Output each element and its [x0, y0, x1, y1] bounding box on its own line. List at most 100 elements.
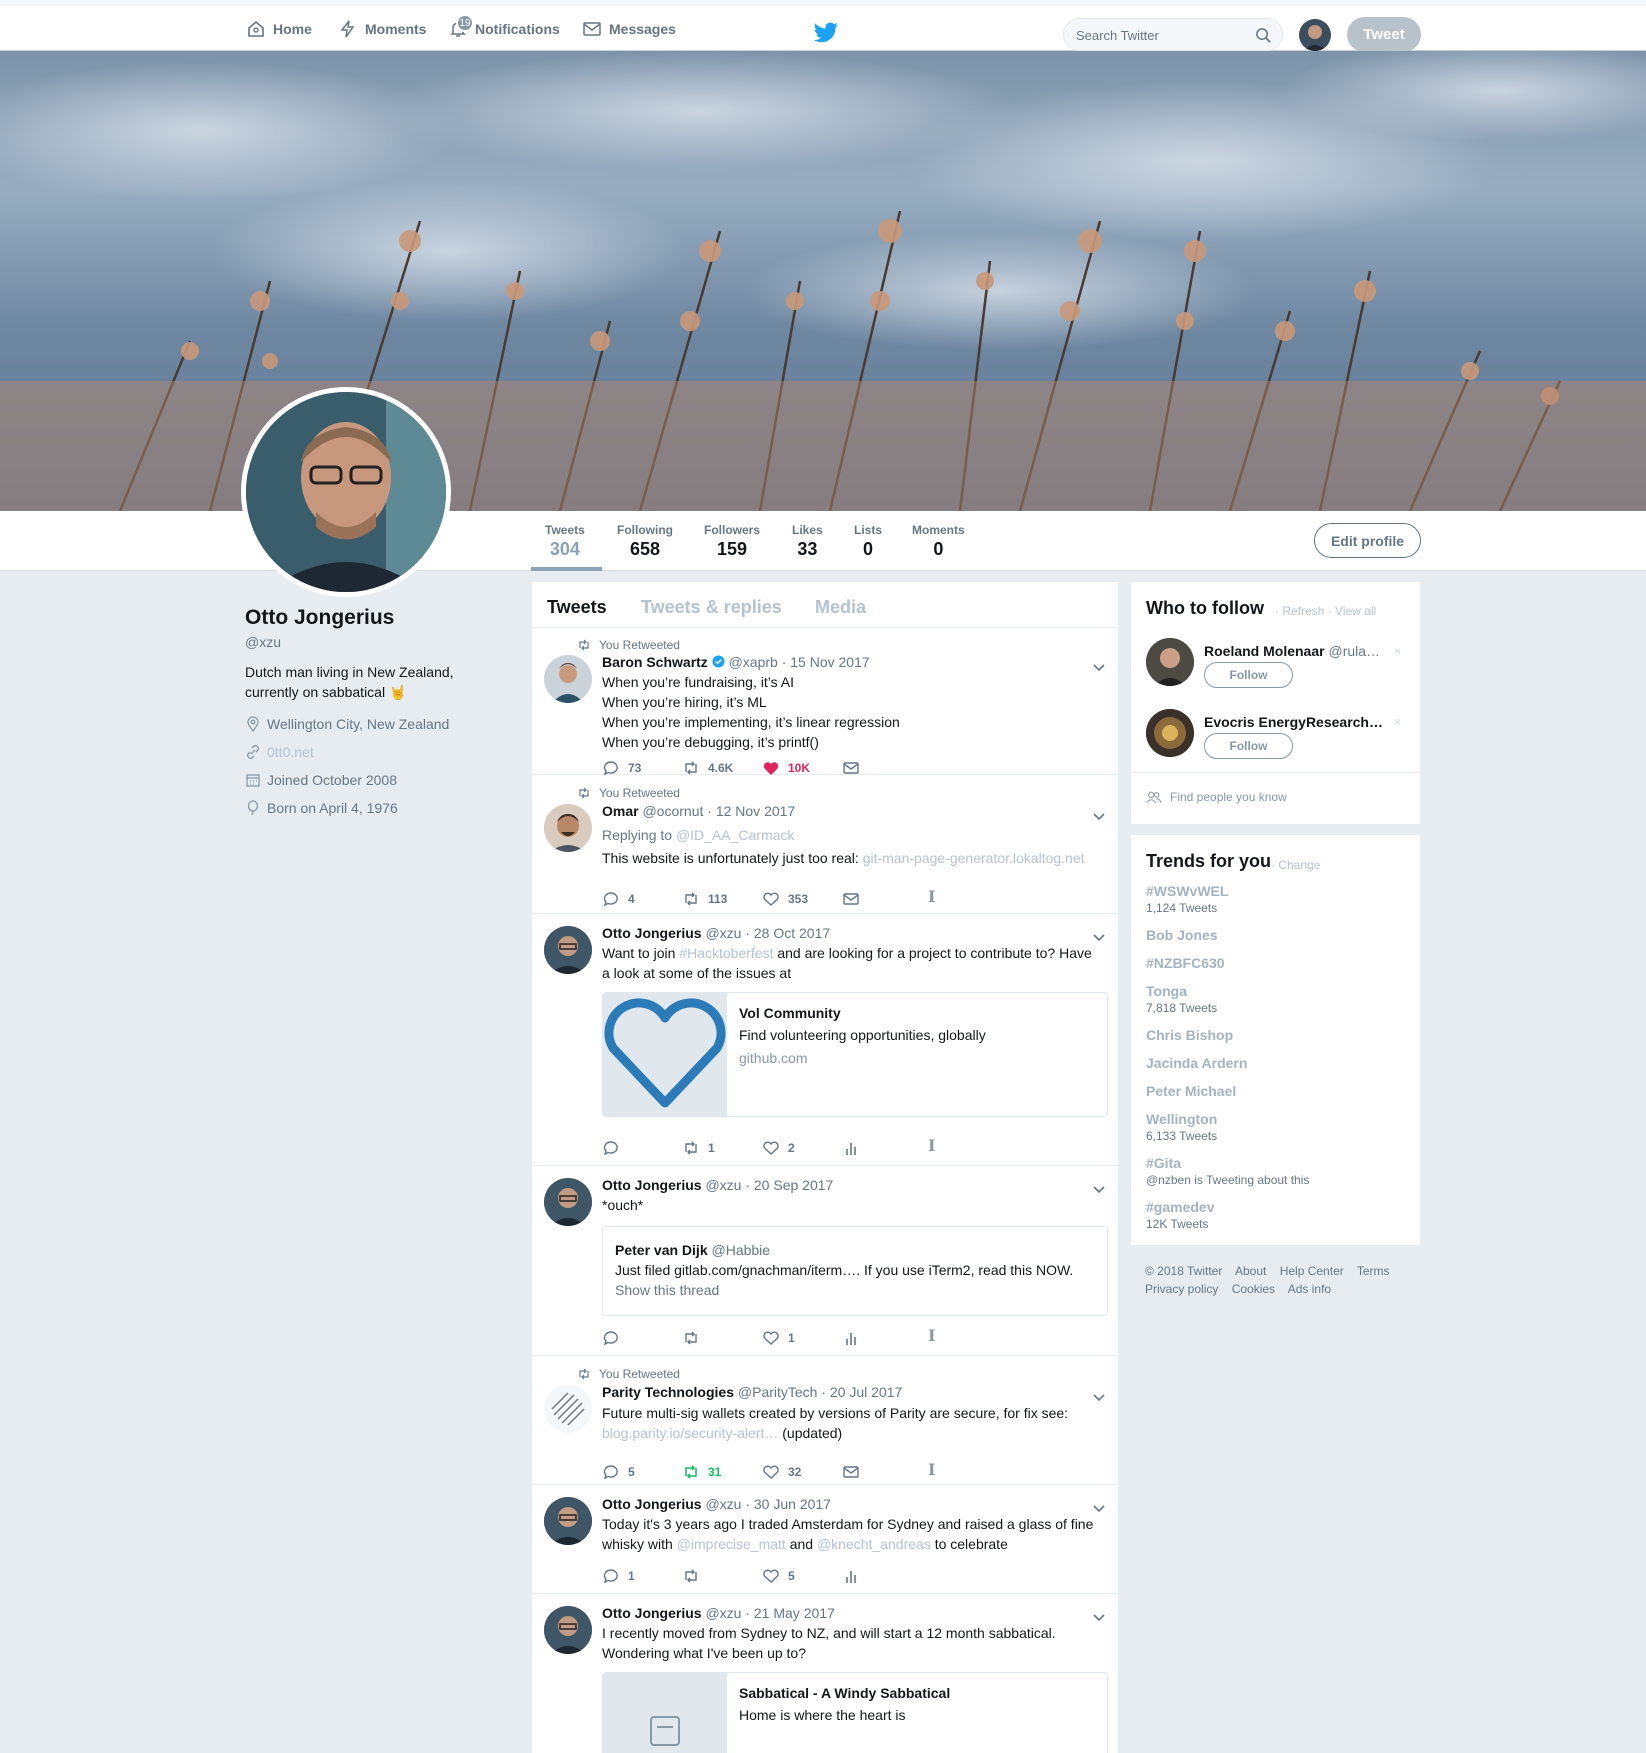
tweet-handle-date[interactable]: @xzu · 28 Oct 2017 — [705, 925, 830, 941]
chevron-down-icon[interactable] — [1092, 1613, 1106, 1623]
trend-item[interactable]: Tonga 7,818 Tweets — [1146, 983, 1217, 1015]
stat-following[interactable]: Following 658 — [617, 523, 673, 560]
tweet-mention[interactable]: @imprecise_matt — [677, 1536, 786, 1552]
retweet-button[interactable] — [682, 1330, 700, 1346]
tweet-item[interactable]: Otto Jongerius @xzu · 28 Oct 2017 Want t… — [532, 915, 1118, 1166]
tweet-author-name[interactable]: Parity Technologies — [602, 1384, 734, 1400]
stat-moments[interactable]: Moments 0 — [912, 523, 965, 560]
tweet-item[interactable]: You Retweeted Omar @ocornut · 12 Nov 201… — [532, 776, 1118, 914]
follow-button[interactable]: Follow — [1204, 733, 1293, 759]
reply-button[interactable] — [602, 1330, 620, 1346]
suggested-user-name[interactable]: Evocris EnergyResearch… — [1204, 714, 1384, 730]
profile-handle[interactable]: @xzu — [245, 634, 505, 650]
dm-button[interactable] — [842, 760, 860, 776]
suggested-user-avatar[interactable] — [1146, 709, 1194, 757]
like-button[interactable]: 5 — [762, 1568, 795, 1584]
twitter-bird-icon[interactable] — [813, 22, 839, 44]
tweet-author-name[interactable]: Otto Jongerius — [602, 925, 702, 941]
retweet-button[interactable]: 113 — [682, 891, 727, 907]
nav-moments[interactable]: Moments — [338, 19, 426, 39]
retweet-button[interactable]: 1 — [682, 1140, 715, 1156]
search-icon[interactable] — [1255, 27, 1272, 44]
reply-button[interactable]: 5 — [602, 1464, 635, 1480]
trend-item[interactable]: Peter Michael — [1146, 1083, 1236, 1099]
search-input[interactable]: Search Twitter — [1063, 18, 1283, 51]
tweet-author-name[interactable]: Otto Jongerius — [602, 1605, 702, 1621]
analytics-button[interactable] — [842, 1140, 860, 1156]
trend-item[interactable]: Bob Jones — [1146, 927, 1218, 943]
trend-item[interactable]: Chris Bishop — [1146, 1027, 1233, 1043]
edit-profile-button[interactable]: Edit profile — [1314, 523, 1421, 558]
chevron-down-icon[interactable] — [1092, 1393, 1106, 1403]
profile-name[interactable]: Otto Jongerius — [245, 606, 505, 630]
suggested-user[interactable]: Roeland Molenaar @rula… Follow × — [1146, 638, 1406, 698]
link-card[interactable]: Sabbatical - A Windy Sabbatical Home is … — [602, 1672, 1108, 1753]
tweet-button[interactable]: Tweet — [1347, 17, 1421, 52]
tweet-avatar[interactable] — [544, 1178, 592, 1226]
link-card[interactable]: Vol Community Find volunteering opportun… — [602, 992, 1108, 1117]
retweet-button[interactable]: 4.6K — [682, 760, 733, 776]
footer-ads[interactable]: Ads info — [1288, 1282, 1331, 1296]
footer-privacy[interactable]: Privacy policy — [1145, 1282, 1218, 1296]
tweet-avatar[interactable] — [544, 655, 592, 703]
tweet-link[interactable]: blog.parity.io/security-alert… — [602, 1425, 778, 1441]
tweet-item[interactable]: Otto Jongerius @xzu · 21 May 2017 I rece… — [532, 1595, 1118, 1753]
dismiss-icon[interactable]: × — [1394, 715, 1401, 729]
profile-url-text[interactable]: 0tt0.net — [267, 744, 314, 760]
tweet-handle-date[interactable]: @xaprb · 15 Nov 2017 — [729, 654, 870, 670]
profile-url[interactable]: 0tt0.net — [245, 742, 505, 762]
footer-terms[interactable]: Terms — [1357, 1264, 1390, 1278]
find-people-link[interactable]: Find people you know — [1146, 790, 1287, 804]
retweet-button[interactable]: 31 — [682, 1464, 721, 1480]
chevron-down-icon[interactable] — [1092, 1185, 1106, 1195]
tweet-avatar[interactable] — [544, 804, 592, 852]
suggested-user-name[interactable]: Roeland Molenaar @rula… — [1204, 643, 1384, 659]
tab-tweets[interactable]: Tweets — [547, 597, 607, 618]
footer-cookies[interactable]: Cookies — [1232, 1282, 1275, 1296]
reply-button[interactable]: 4 — [602, 891, 635, 907]
tweet-handle-date[interactable]: @ocornut · 12 Nov 2017 — [642, 803, 795, 819]
replying-to-handle[interactable]: @ID_AA_Carmack — [676, 827, 794, 843]
trend-item[interactable]: #gamedev 12K Tweets — [1146, 1199, 1214, 1231]
stat-followers[interactable]: Followers 159 — [704, 523, 760, 560]
quoted-tweet[interactable]: Peter van Dijk @Habbie Just filed gitlab… — [602, 1226, 1108, 1316]
trends-change-link[interactable]: · Change — [1271, 858, 1320, 872]
tweet-item[interactable]: Otto Jongerius @xzu · 20 Sep 2017 *ouch*… — [532, 1167, 1118, 1356]
tweet-mention[interactable]: @knecht_andreas — [817, 1536, 931, 1552]
tweet-avatar[interactable] — [544, 1606, 592, 1654]
show-thread-link[interactable]: Show this thread — [615, 1280, 1095, 1300]
profile-avatar[interactable] — [241, 387, 451, 597]
reply-button[interactable]: 73 — [602, 760, 641, 776]
tweet-author-name[interactable]: Baron Schwartz — [602, 654, 708, 670]
tab-tweets-replies[interactable]: Tweets & replies — [641, 597, 782, 618]
tweet-author-name[interactable]: Otto Jongerius — [602, 1177, 702, 1193]
analytics-button[interactable] — [842, 1330, 860, 1346]
follow-button[interactable]: Follow — [1204, 662, 1293, 688]
dm-button[interactable] — [842, 1464, 860, 1480]
like-button[interactable]: 32 — [762, 1464, 801, 1480]
suggested-user[interactable]: Evocris EnergyResearch… Follow × — [1146, 709, 1406, 769]
like-button[interactable]: 353 — [762, 891, 808, 907]
tweet-handle-date[interactable]: @ParityTech · 20 Jul 2017 — [738, 1384, 902, 1400]
tweet-handle-date[interactable]: @xzu · 20 Sep 2017 — [705, 1177, 833, 1193]
tweet-author-name[interactable]: Omar — [602, 803, 639, 819]
stat-lists[interactable]: Lists 0 — [854, 523, 882, 560]
reply-button[interactable]: 1 — [602, 1568, 635, 1584]
tweet-avatar[interactable] — [544, 1497, 592, 1545]
analytics-button[interactable] — [842, 1568, 860, 1584]
tweet-author-name[interactable]: Otto Jongerius — [602, 1496, 702, 1512]
tweet-avatar[interactable] — [544, 1385, 592, 1433]
refresh-link[interactable]: · Refresh — [1275, 604, 1324, 618]
trend-item[interactable]: Wellington 6,133 Tweets — [1146, 1111, 1217, 1143]
footer-help[interactable]: Help Center — [1280, 1264, 1344, 1278]
stat-tweets[interactable]: Tweets 304 — [545, 523, 585, 560]
retweet-button[interactable] — [682, 1568, 700, 1584]
like-button[interactable]: 1 — [762, 1330, 795, 1346]
suggested-user-avatar[interactable] — [1146, 638, 1194, 686]
trend-item[interactable]: #NZBFC630 — [1146, 955, 1225, 971]
dismiss-icon[interactable]: × — [1394, 644, 1401, 658]
reply-button[interactable] — [602, 1140, 620, 1156]
trend-item[interactable]: #Gita @nzben is Tweeting about this — [1146, 1155, 1309, 1187]
tweet-hashtag[interactable]: #Hacktoberfest — [679, 945, 773, 961]
view-all-link[interactable]: · View all — [1328, 604, 1376, 618]
